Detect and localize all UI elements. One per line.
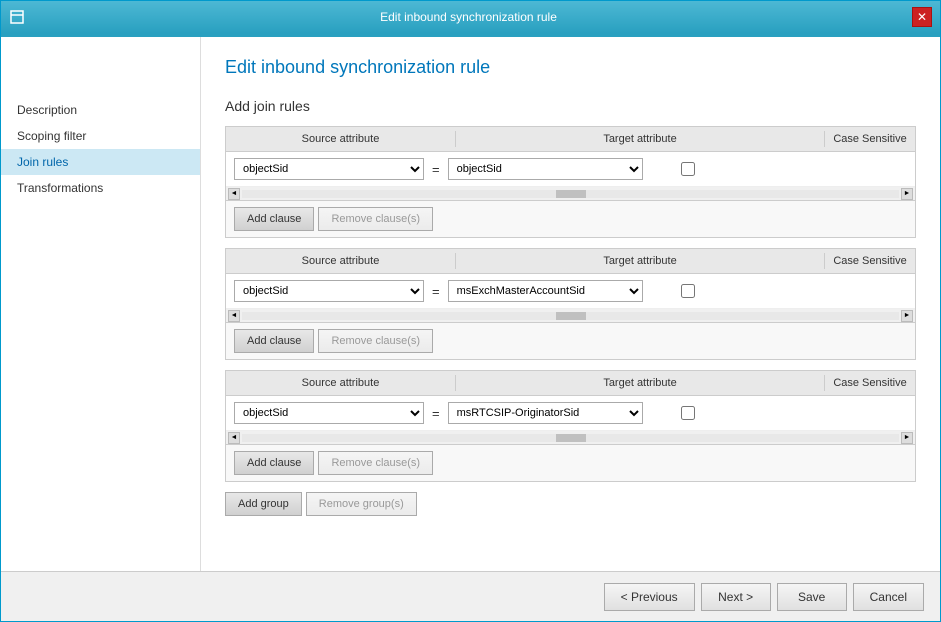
source-select-3-1[interactable]: objectSid cn displayName mail [234, 402, 424, 424]
scroll-left-2[interactable]: ◄ [228, 310, 240, 322]
section-title: Add join rules [225, 98, 916, 114]
cancel-button[interactable]: Cancel [853, 583, 924, 611]
scroll-right-3[interactable]: ► [901, 432, 913, 444]
equals-sign-3-1: = [424, 406, 448, 421]
previous-button[interactable]: < Previous [604, 583, 695, 611]
page-title: Edit inbound synchronization rule [225, 57, 916, 78]
case-checkbox-cell-2-1 [643, 284, 733, 298]
next-button[interactable]: Next > [701, 583, 771, 611]
target-attr-header-1: Target attribute [456, 131, 825, 147]
scroll-thumb-2 [556, 312, 586, 320]
source-attr-header-3: Source attribute [226, 375, 456, 391]
title-bar: Edit inbound synchronization rule ✕ [1, 1, 940, 33]
scroll-track-2 [242, 312, 899, 320]
rule-header-1: Source attribute Target attribute Case S… [226, 127, 915, 152]
case-sensitive-header-1: Case Sensitive [825, 131, 915, 147]
rule-group-2: Source attribute Target attribute Case S… [225, 248, 916, 360]
equals-sign-1-1: = [424, 162, 448, 177]
scroll-right-1[interactable]: ► [901, 188, 913, 200]
footer: < Previous Next > Save Cancel [1, 571, 940, 621]
scrollbar-1: ◄ ► [226, 187, 915, 201]
remove-clause-button-2[interactable]: Remove clause(s) [318, 329, 433, 353]
remove-group-button[interactable]: Remove group(s) [306, 492, 417, 516]
case-checkbox-cell-1-1 [643, 162, 733, 176]
rule-row-3-1: objectSid cn displayName mail = msRTCSIP… [226, 396, 915, 431]
case-checkbox-3-1[interactable] [681, 406, 695, 420]
target-select-1-1[interactable]: objectSid cn displayName mail [448, 158, 643, 180]
scrollbar-3: ◄ ► [226, 431, 915, 445]
sidebar-item-scoping-filter[interactable]: Scoping filter [1, 123, 200, 149]
scroll-track-3 [242, 434, 899, 442]
sidebar: Description Scoping filter Join rules Tr… [1, 37, 201, 571]
add-clause-button-2[interactable]: Add clause [234, 329, 314, 353]
scroll-thumb-3 [556, 434, 586, 442]
scroll-track-1 [242, 190, 899, 198]
save-button[interactable]: Save [777, 583, 847, 611]
rule-buttons-1: Add clause Remove clause(s) [226, 201, 915, 237]
source-select-2-1[interactable]: objectSid cn displayName mail [234, 280, 424, 302]
scroll-thumb-1 [556, 190, 586, 198]
window-title: Edit inbound synchronization rule [25, 10, 912, 24]
case-checkbox-2-1[interactable] [681, 284, 695, 298]
main-window: Edit inbound synchronization rule ✕ Desc… [0, 0, 941, 622]
equals-sign-2-1: = [424, 284, 448, 299]
target-select-3-1[interactable]: msRTCSIP-OriginatorSid objectSid cn mail [448, 402, 643, 424]
rule-group-1: Source attribute Target attribute Case S… [225, 126, 916, 238]
sidebar-item-join-rules[interactable]: Join rules [1, 149, 200, 175]
add-group-button[interactable]: Add group [225, 492, 302, 516]
source-attr-header-2: Source attribute [226, 253, 456, 269]
scroll-right-2[interactable]: ► [901, 310, 913, 322]
source-attr-header-1: Source attribute [226, 131, 456, 147]
source-select-1-1[interactable]: objectSid cn displayName mail [234, 158, 424, 180]
target-select-2-1[interactable]: msExchMasterAccountSid objectSid cn mail [448, 280, 643, 302]
scroll-left-3[interactable]: ◄ [228, 432, 240, 444]
scrollbar-2: ◄ ► [226, 309, 915, 323]
case-checkbox-1-1[interactable] [681, 162, 695, 176]
window-icon [9, 9, 25, 25]
content-area: Description Scoping filter Join rules Tr… [1, 37, 940, 571]
case-sensitive-header-2: Case Sensitive [825, 253, 915, 269]
close-button[interactable]: ✕ [912, 7, 932, 27]
case-checkbox-cell-3-1 [643, 406, 733, 420]
rule-buttons-2: Add clause Remove clause(s) [226, 323, 915, 359]
remove-clause-button-1[interactable]: Remove clause(s) [318, 207, 433, 231]
rule-header-3: Source attribute Target attribute Case S… [226, 371, 915, 396]
rule-row-2-1: objectSid cn displayName mail = msExchMa… [226, 274, 915, 309]
group-buttons: Add group Remove group(s) [225, 492, 916, 516]
target-attr-header-2: Target attribute [456, 253, 825, 269]
main-content: Edit inbound synchronization rule Add jo… [201, 37, 940, 571]
add-clause-button-3[interactable]: Add clause [234, 451, 314, 475]
sidebar-item-transformations[interactable]: Transformations [1, 175, 200, 201]
target-attr-header-3: Target attribute [456, 375, 825, 391]
rule-row-1-1: objectSid cn displayName mail = objectSi… [226, 152, 915, 187]
add-clause-button-1[interactable]: Add clause [234, 207, 314, 231]
rule-buttons-3: Add clause Remove clause(s) [226, 445, 915, 481]
case-sensitive-header-3: Case Sensitive [825, 375, 915, 391]
rule-header-2: Source attribute Target attribute Case S… [226, 249, 915, 274]
remove-clause-button-3[interactable]: Remove clause(s) [318, 451, 433, 475]
scroll-left-1[interactable]: ◄ [228, 188, 240, 200]
rule-group-3: Source attribute Target attribute Case S… [225, 370, 916, 482]
sidebar-item-description[interactable]: Description [1, 97, 200, 123]
